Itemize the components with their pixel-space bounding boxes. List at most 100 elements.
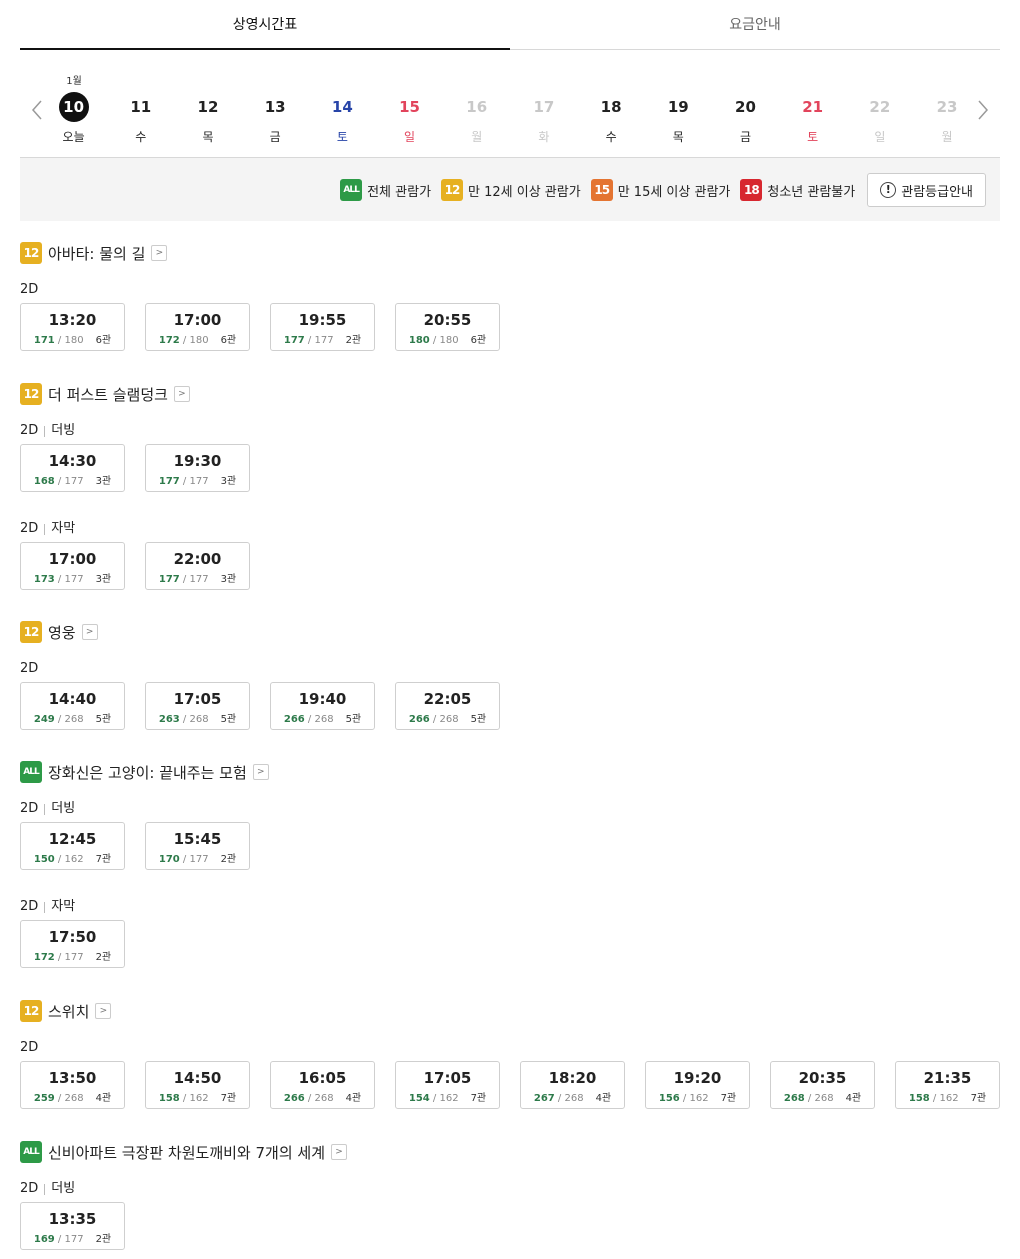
total-seats: 177	[314, 335, 334, 346]
showtime-button[interactable]: 14:40 249 / 268 5관	[20, 682, 125, 730]
showtime-button[interactable]: 19:20 156 / 162 7관	[645, 1061, 750, 1109]
format-type: 2D	[20, 423, 39, 438]
date-item-21[interactable]: 21 토	[779, 92, 846, 145]
date-item-12[interactable]: 12 목	[174, 92, 241, 145]
showtime-button[interactable]: 17:00 172 / 180 6관	[145, 303, 250, 351]
seat-separator: /	[54, 1234, 65, 1245]
hall-number: 2관	[220, 854, 237, 865]
hall-number: 4관	[845, 1093, 862, 1104]
showtime-button[interactable]: 19:40 266 / 268 5관	[270, 682, 375, 730]
seat-info: 263 / 268 5관	[146, 710, 249, 725]
showtime-button[interactable]: 17:00 173 / 177 3관	[20, 542, 125, 590]
date-item-14[interactable]: 14 토	[309, 92, 376, 145]
format-type: 2D	[20, 899, 39, 914]
remaining-seats: 150	[33, 854, 55, 865]
showtime-list: 13:50 259 / 268 4관 14:50 158 / 162 7관 16:05 266…	[20, 1061, 1020, 1109]
hall-number: 2관	[95, 952, 112, 963]
format-group: 2D 더빙 13:35 169 / 177 2관	[20, 1182, 145, 1250]
date-weekday: 수	[605, 130, 617, 144]
hall-number: 7관	[95, 854, 112, 865]
date-item-20[interactable]: 20 금	[712, 92, 779, 145]
month-label: 1월	[66, 76, 82, 87]
format-language: 더빙	[51, 801, 76, 816]
showtime-button[interactable]: 14:30 168 / 177 3관	[20, 444, 125, 492]
date-item-16[interactable]: 16 월	[443, 92, 510, 145]
rating-guide-button[interactable]: ! 관람등급안내	[867, 173, 986, 207]
next-dates-button[interactable]	[974, 98, 992, 122]
total-seats: 268	[189, 714, 209, 725]
date-item-10[interactable]: 10 오늘	[40, 92, 107, 145]
showtime-button[interactable]: 20:55 180 / 180 6관	[395, 303, 500, 351]
seat-separator: /	[54, 574, 65, 585]
date-item-13[interactable]: 13 금	[242, 92, 309, 145]
info-circle-icon: !	[880, 182, 897, 198]
date-weekday: 오늘	[62, 130, 85, 144]
movie-detail-button[interactable]: >	[151, 245, 168, 261]
rating-12-badge: 12	[20, 1000, 42, 1022]
movie-detail-button[interactable]: >	[173, 386, 190, 402]
movie-title[interactable]: 더 퍼스트 슬램덩크	[48, 384, 168, 405]
showtime-button[interactable]: 17:50 172 / 177 2관	[20, 920, 125, 968]
seat-info: 158 / 162 7관	[146, 1089, 249, 1104]
showtime-button[interactable]: 16:05 266 / 268 4관	[270, 1061, 375, 1109]
format-type: 2D	[20, 521, 39, 536]
date-item-19[interactable]: 19 목	[645, 92, 712, 145]
showtime-button[interactable]: 19:55 177 / 177 2관	[270, 303, 375, 351]
movie-title[interactable]: 아바타: 물의 길	[48, 243, 145, 264]
seat-info: 173 / 177 3관	[21, 570, 124, 585]
remaining-seats: 173	[33, 574, 55, 585]
movie-title[interactable]: 영웅	[48, 622, 76, 643]
seat-info: 249 / 268 5관	[21, 710, 124, 725]
movie-detail-button[interactable]: >	[331, 1144, 348, 1160]
movie-detail-button[interactable]: >	[81, 624, 98, 640]
total-seats: 180	[439, 335, 459, 346]
hall-number: 4관	[595, 1093, 612, 1104]
showtime-button[interactable]: 17:05 263 / 268 5관	[145, 682, 250, 730]
date-item-15[interactable]: 15 일	[376, 92, 443, 145]
date-item-22[interactable]: 22 일	[846, 92, 913, 145]
remaining-seats: 158	[158, 1093, 180, 1104]
showtime-button[interactable]: 13:50 259 / 268 4관	[20, 1061, 125, 1109]
movie-detail-button[interactable]: >	[95, 1003, 112, 1019]
tab-showtimes[interactable]: 상영시간표	[20, 0, 510, 50]
date-item-23[interactable]: 23 월	[913, 92, 980, 145]
showtime-button[interactable]: 21:35 158 / 162 7관	[895, 1061, 1000, 1109]
seat-info: 171 / 180 6관	[21, 331, 124, 346]
remaining-seats: 168	[33, 476, 55, 487]
tab-price-info[interactable]: 요금안내	[510, 0, 1000, 49]
format-label: 2D 더빙	[20, 424, 270, 438]
movie-title[interactable]: 신비아파트 극장판 차원도깨비와 7개의 세계	[48, 1142, 325, 1163]
showtime-time: 21:35	[923, 1069, 972, 1087]
date-item-17[interactable]: 17 화	[510, 92, 577, 145]
legend-label: 전체 관람가	[367, 184, 432, 200]
showtime-button[interactable]: 12:45 150 / 162 7관	[20, 822, 125, 870]
showtime-button[interactable]: 15:45 170 / 177 2관	[145, 822, 250, 870]
date-item-11[interactable]: 11 수	[107, 92, 174, 145]
rating-all-badge: ALL	[20, 1141, 42, 1163]
remaining-seats: 249	[33, 714, 55, 725]
showtime-button[interactable]: 13:20 171 / 180 6관	[20, 303, 125, 351]
schedule-tabs: 상영시간표 요금안내	[20, 0, 1000, 50]
seat-separator: /	[179, 335, 190, 346]
showtime-button[interactable]: 13:35 169 / 177 2관	[20, 1202, 125, 1250]
movie-title-row: 12 스위치 >	[20, 1000, 1010, 1022]
showtime-button[interactable]: 19:30 177 / 177 3관	[145, 444, 250, 492]
movie-title[interactable]: 스위치	[48, 1001, 89, 1022]
showtime-button[interactable]: 22:00 177 / 177 3관	[145, 542, 250, 590]
movie-detail-button[interactable]: >	[252, 764, 269, 780]
movie-section: ALL 신비아파트 극장판 차원도깨비와 7개의 세계 >2D 더빙 13:35 169 …	[20, 1141, 1010, 1250]
showtime-time: 16:05	[298, 1069, 347, 1087]
movie-title[interactable]: 장화신은 고양이: 끝내주는 모험	[48, 762, 247, 783]
showtime-list: 12:45 150 / 162 7관 15:45 170 / 177 2관	[20, 822, 270, 870]
showtime-button[interactable]: 22:05 266 / 268 5관	[395, 682, 500, 730]
seat-info: 180 / 180 6관	[396, 331, 499, 346]
showtime-button[interactable]: 17:05 154 / 162 7관	[395, 1061, 500, 1109]
remaining-seats: 171	[33, 335, 55, 346]
showtime-button[interactable]: 18:20 267 / 268 4관	[520, 1061, 625, 1109]
showtime-button[interactable]: 20:35 268 / 268 4관	[770, 1061, 875, 1109]
showtime-button[interactable]: 14:50 158 / 162 7관	[145, 1061, 250, 1109]
showtime-time: 14:40	[48, 690, 97, 708]
date-item-18[interactable]: 18 수	[578, 92, 645, 145]
total-seats: 180	[64, 335, 84, 346]
showtime-time: 22:05	[423, 690, 472, 708]
